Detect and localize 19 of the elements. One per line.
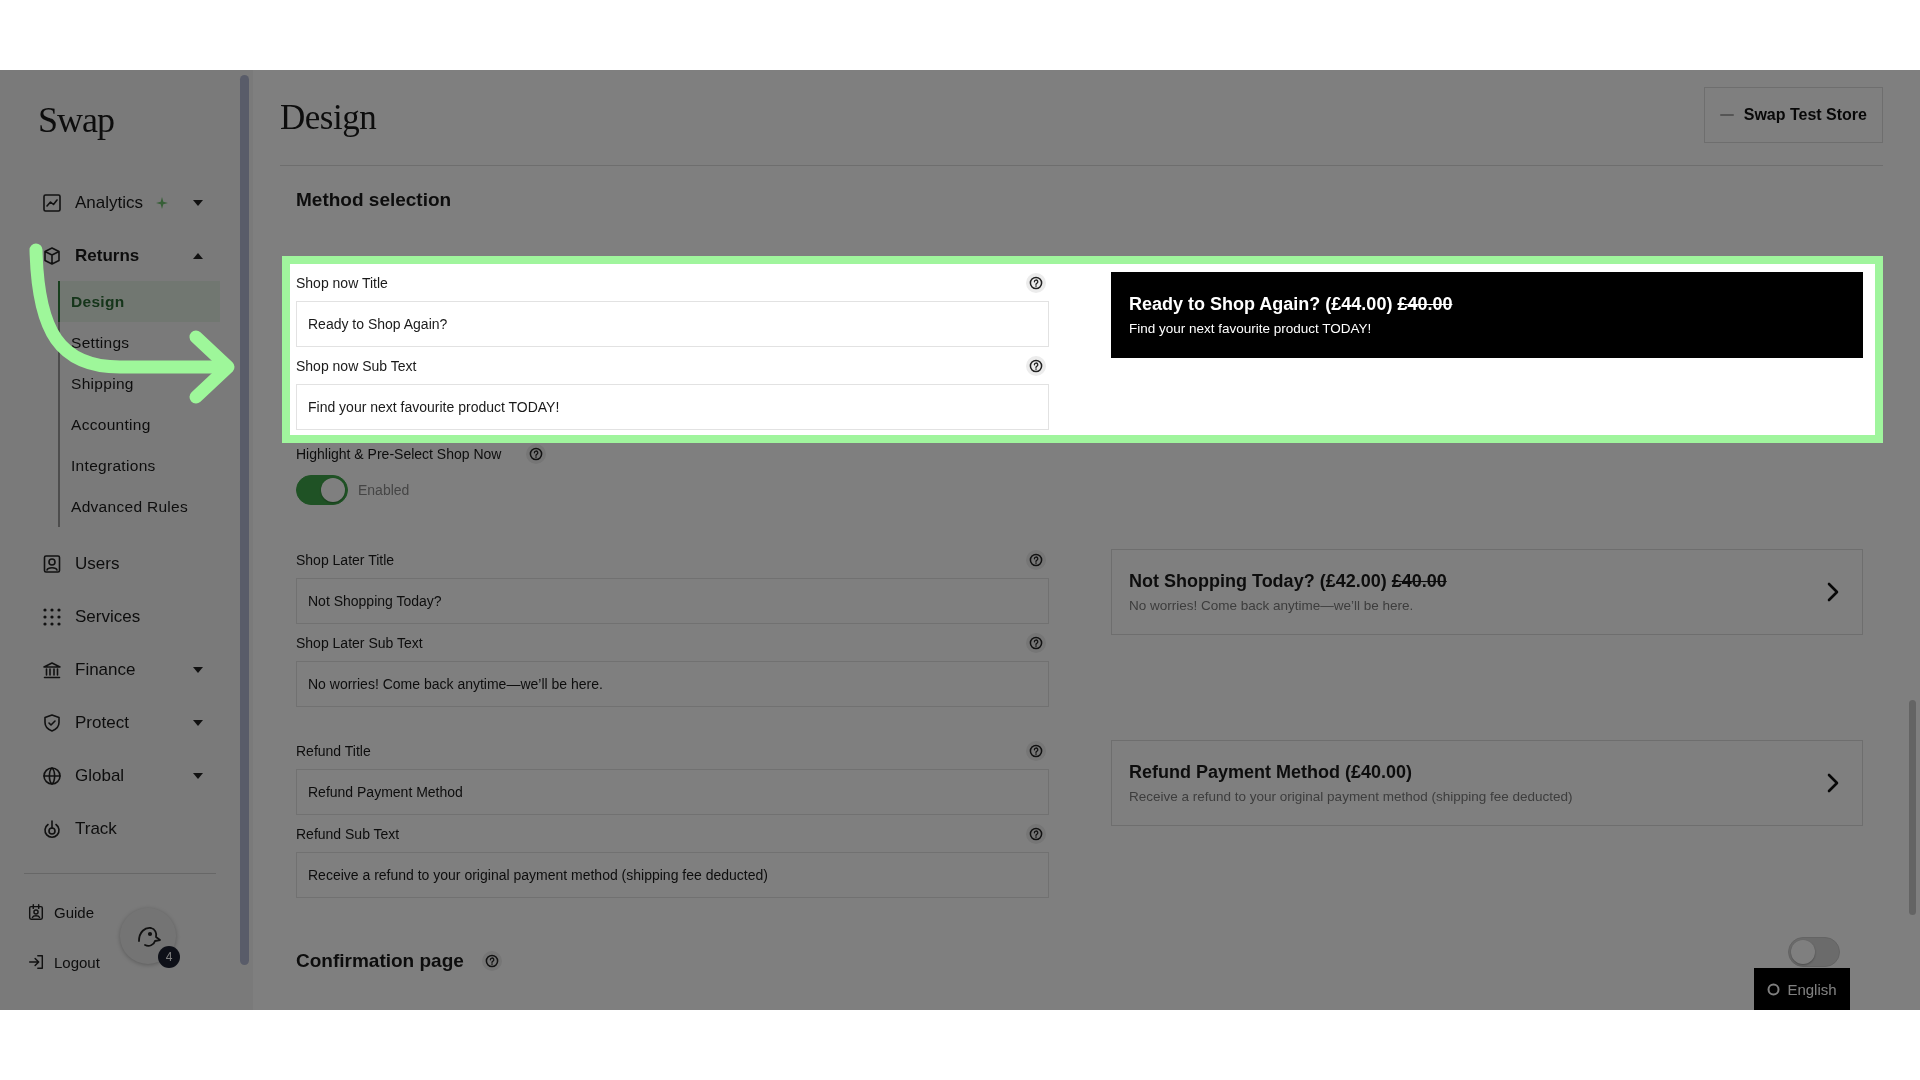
field-label: Highlight & Pre-Select Shop Now [296, 446, 502, 462]
preview-subtitle: Receive a refund to your original payment method (shipping fee deducted) [1129, 789, 1573, 804]
preview-title: Not Shopping Today? (£42.00) £40.00 [1129, 571, 1447, 592]
field-label: Refund Sub Text [296, 825, 400, 842]
toggle-status: Enabled [358, 482, 410, 498]
section-title: Method selection [296, 188, 452, 212]
field-label: Shop Later Sub Text [296, 634, 423, 651]
preview-title: Refund Payment Method (£40.00) [1129, 762, 1414, 783]
section-title: Confirmation page [296, 950, 464, 972]
field-label: Shop now Sub Text [296, 357, 417, 374]
preview-subtitle: No worries! Come back anytime—we’ll be here. [1129, 598, 1415, 613]
field-label: Refund Title [296, 742, 371, 759]
preview-title: Ready to Shop Again? (£44.00) £40.00 [1129, 294, 1453, 315]
preview-subtitle: Find your next favourite product TODAY! [1129, 321, 1373, 336]
notification-badge: 4 [158, 946, 180, 968]
field-label: Shop Later Title [296, 551, 395, 568]
field-label: Shop now Title [296, 274, 388, 291]
logo-text: Swap [38, 99, 114, 142]
page-title: Design [280, 97, 377, 138]
